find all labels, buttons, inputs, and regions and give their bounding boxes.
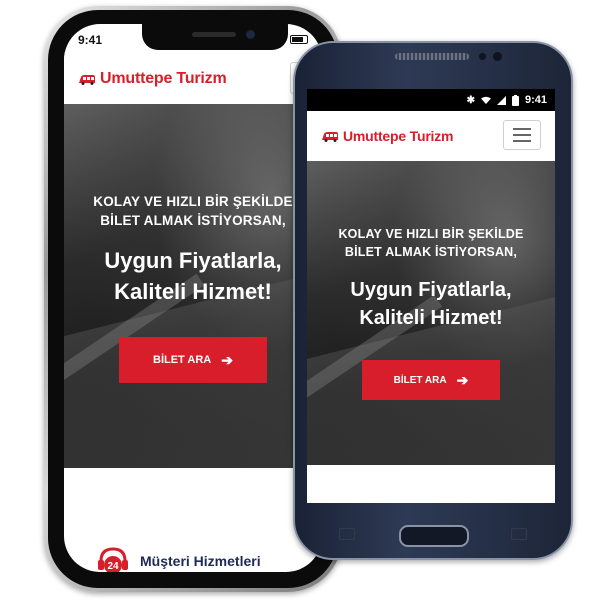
- arrow-right-icon: ➔: [221, 351, 233, 368]
- battery-icon: [290, 35, 308, 44]
- hero-tagline-line: BİLET ALMAK İSTİYORSAN,: [344, 245, 518, 259]
- cta-label: BİLET ARA: [153, 354, 212, 366]
- iphone-screen: 9:41 Umuttepe Turizm KOLAY VE HIZLI BİR …: [64, 24, 322, 572]
- hero-tagline: KOLAY VE HIZLI BİR ŞEKİLDE BİLET ALMAK İ…: [307, 225, 555, 261]
- bluetooth-icon: ✱: [466, 94, 475, 106]
- android-status-bar: ✱ 9:41: [307, 89, 555, 111]
- brand-name: Umuttepe Turizm: [100, 70, 227, 87]
- site-logo[interactable]: Umuttepe Turizm: [321, 128, 454, 144]
- android-earpiece: [395, 53, 469, 60]
- android-sensor: [479, 53, 486, 60]
- iphone-notch: [142, 24, 288, 50]
- menu-line-icon: [513, 140, 531, 142]
- hamburger-menu-button[interactable]: [503, 120, 541, 150]
- bus-logo-icon: [79, 74, 95, 85]
- menu-line-icon: [513, 134, 531, 136]
- android-camera: [493, 52, 502, 61]
- wifi-icon: [480, 96, 491, 104]
- customer-service-link[interactable]: 24 Müşteri Hizmetleri: [96, 544, 261, 572]
- signal-icon: [496, 95, 506, 105]
- site-header: Umuttepe Turizm: [307, 111, 555, 161]
- bilet-ara-button[interactable]: BİLET ARA ➔: [362, 360, 500, 400]
- site-logo[interactable]: Umuttepe Turizm: [78, 70, 227, 88]
- hero-banner: KOLAY VE HIZLI BİR ŞEKİLDE BİLET ALMAK İ…: [307, 161, 555, 465]
- hero-headline-line: Kaliteli Hizmet!: [114, 279, 272, 304]
- bilet-ara-button[interactable]: BİLET ARA ➔: [119, 337, 267, 383]
- hero-content: KOLAY VE HIZLI BİR ŞEKİLDE BİLET ALMAK İ…: [64, 192, 322, 383]
- hero-tagline-line: BİLET ALMAK İSTİYORSAN,: [100, 213, 286, 228]
- android-menu-key[interactable]: [339, 528, 355, 540]
- cta-label: BİLET ARA: [393, 374, 447, 386]
- support-label: Müşteri Hizmetleri: [140, 553, 261, 569]
- iphone-camera: [246, 30, 255, 39]
- android-screen: ✱ 9:41 Umuttepe Turizm KOLAY VE HIZLI Bİ…: [307, 89, 555, 503]
- android-home-button[interactable]: [399, 525, 469, 547]
- iphone-speaker: [192, 32, 236, 37]
- hero-banner: KOLAY VE HIZLI BİR ŞEKİLDE BİLET ALMAK İ…: [64, 104, 322, 468]
- android-back-key[interactable]: [511, 528, 527, 540]
- brand-name: Umuttepe Turizm: [343, 128, 454, 144]
- hero-headline: Uygun Fiyatlarla, Kaliteli Hizmet!: [307, 276, 555, 332]
- status-time: 9:41: [524, 94, 547, 106]
- android-mockup: ✱ 9:41 Umuttepe Turizm KOLAY VE HIZLI Bİ…: [293, 41, 573, 560]
- hero-headline-line: Kaliteli Hizmet!: [359, 307, 503, 329]
- hero-headline-line: Uygun Fiyatlarla,: [104, 248, 282, 273]
- hero-headline: Uygun Fiyatlarla, Kaliteli Hizmet!: [64, 245, 322, 307]
- status-time: 9:41: [78, 33, 103, 47]
- bus-logo-icon: [322, 131, 338, 142]
- hero-tagline-line: KOLAY VE HIZLI BİR ŞEKİLDE: [93, 194, 293, 209]
- headset-24-icon: 24: [98, 547, 128, 572]
- menu-line-icon: [513, 128, 531, 130]
- hero-headline-line: Uygun Fiyatlarla,: [350, 279, 512, 301]
- arrow-right-icon: ➔: [456, 371, 469, 388]
- support-badge: 24: [107, 561, 119, 572]
- hero-tagline-line: KOLAY VE HIZLI BİR ŞEKİLDE: [338, 227, 524, 241]
- hero-tagline: KOLAY VE HIZLI BİR ŞEKİLDE BİLET ALMAK İ…: [64, 192, 322, 230]
- battery-icon: [511, 94, 519, 106]
- hero-content: KOLAY VE HIZLI BİR ŞEKİLDE BİLET ALMAK İ…: [307, 225, 555, 400]
- site-header: Umuttepe Turizm: [64, 52, 322, 104]
